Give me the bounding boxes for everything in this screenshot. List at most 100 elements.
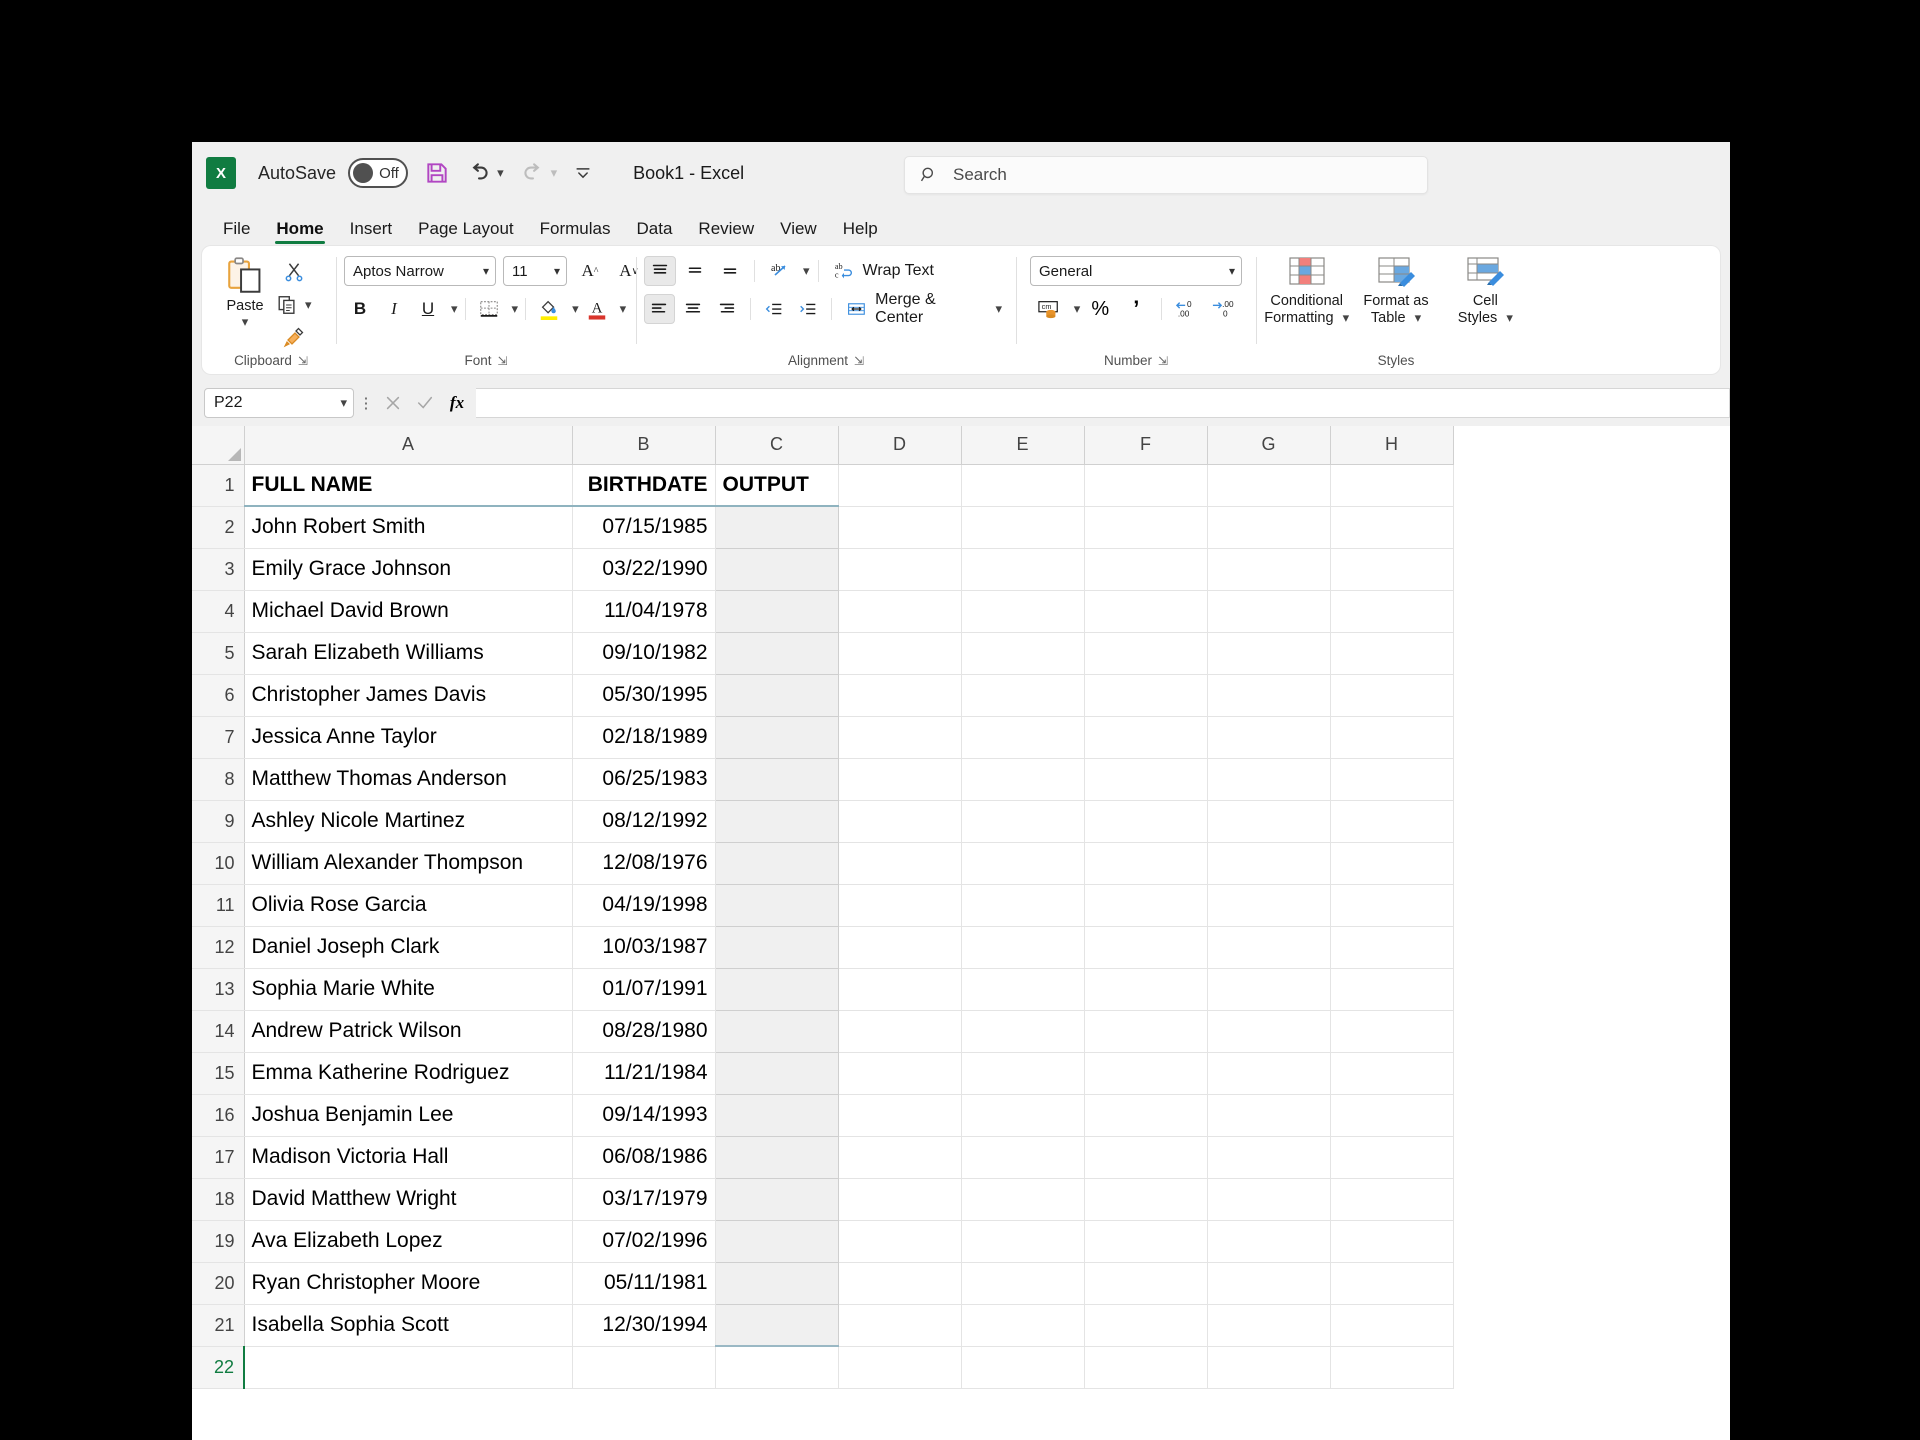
cell-D11[interactable] [838,884,962,927]
font-name-chevron-down-icon[interactable]: ▾ [483,264,489,278]
cell-H7[interactable] [1330,716,1454,759]
cell-F17[interactable] [1084,1136,1208,1179]
cell-A20[interactable]: Ryan Christopher Moore [244,1262,573,1305]
cell-F15[interactable] [1084,1052,1208,1095]
cell-E2[interactable] [961,506,1085,549]
cell-E17[interactable] [961,1136,1085,1179]
cell-G11[interactable] [1207,884,1331,927]
align-middle-button[interactable] [679,256,711,286]
name-box-chevron-down-icon[interactable]: ▾ [340,395,347,411]
cell-F4[interactable] [1084,590,1208,633]
row-header-16[interactable]: 16 [192,1094,245,1137]
cell-D19[interactable] [838,1220,962,1263]
tab-home[interactable]: Home [263,220,336,246]
cell-G17[interactable] [1207,1136,1331,1179]
cell-F19[interactable] [1084,1220,1208,1263]
italic-button[interactable]: I [378,294,410,324]
fill-color-button[interactable] [533,294,565,324]
cell-C13[interactable] [714,968,839,1011]
cell-F6[interactable] [1084,674,1208,717]
tab-page-layout[interactable]: Page Layout [405,220,526,246]
row-header-18[interactable]: 18 [192,1178,245,1221]
fill-color-chevron-down-icon[interactable]: ▾ [572,301,579,317]
cell-A2[interactable]: John Robert Smith [244,506,573,549]
cell-F3[interactable] [1084,548,1208,591]
cell-D4[interactable] [838,590,962,633]
cell-D15[interactable] [838,1052,962,1095]
cell-G14[interactable] [1207,1010,1331,1053]
cell-F20[interactable] [1084,1262,1208,1305]
cell-G4[interactable] [1207,590,1331,633]
fx-icon[interactable]: fx [442,388,472,418]
tab-file[interactable]: File [210,220,263,246]
cell-G7[interactable] [1207,716,1331,759]
cell-E8[interactable] [961,758,1085,801]
cell-G10[interactable] [1207,842,1331,885]
cell-B12[interactable]: 10/03/1987 [572,926,716,969]
cell-G22[interactable] [1207,1346,1331,1389]
row-header-2[interactable]: 2 [192,506,245,549]
row-header-1[interactable]: 1 [192,464,245,507]
accounting-format-button[interactable]: cm [1033,294,1065,324]
cell-A4[interactable]: Michael David Brown [244,590,573,633]
cell-B11[interactable]: 04/19/1998 [572,884,716,927]
cell-C14[interactable] [714,1010,839,1053]
cell-C3[interactable] [714,548,839,591]
decrease-indent-button[interactable] [759,294,790,324]
row-header-15[interactable]: 15 [192,1052,245,1095]
cell-A18[interactable]: David Matthew Wright [244,1178,573,1221]
search-box[interactable]: Search [904,156,1428,194]
column-header-h[interactable]: H [1330,426,1454,465]
tab-view[interactable]: View [767,220,830,246]
format-as-table-chevron-down-icon[interactable]: ▾ [1415,310,1422,325]
increase-indent-button[interactable] [793,294,824,324]
tab-help[interactable]: Help [830,220,891,246]
cell-B3[interactable]: 03/22/1990 [572,548,716,591]
redo-chevron-down-icon[interactable]: ▾ [551,165,558,181]
cell-A8[interactable]: Matthew Thomas Anderson [244,758,573,801]
cell-C20[interactable] [714,1262,839,1305]
cell-C6[interactable] [714,674,839,717]
percent-style-button[interactable]: % [1084,294,1116,324]
cell-F10[interactable] [1084,842,1208,885]
row-header-12[interactable]: 12 [192,926,245,969]
comma-style-button[interactable]: ’ [1120,294,1152,324]
cell-F18[interactable] [1084,1178,1208,1221]
cell-C16[interactable] [714,1094,839,1137]
cell-H18[interactable] [1330,1178,1454,1221]
cell-A11[interactable]: Olivia Rose Garcia [244,884,573,927]
cell-A22[interactable] [244,1346,573,1389]
cell-B10[interactable]: 12/08/1976 [572,842,716,885]
cell-G9[interactable] [1207,800,1331,843]
row-header-5[interactable]: 5 [192,632,245,675]
cell-B17[interactable]: 06/08/1986 [572,1136,716,1179]
cell-D1[interactable] [838,464,962,507]
underline-chevron-down-icon[interactable]: ▾ [451,301,458,317]
cell-H14[interactable] [1330,1010,1454,1053]
row-header-3[interactable]: 3 [192,548,245,591]
cell-C19[interactable] [714,1220,839,1263]
number-format-select[interactable]: General ▾ [1030,256,1242,286]
borders-chevron-down-icon[interactable]: ▾ [512,301,519,317]
cell-B5[interactable]: 09/10/1982 [572,632,716,675]
cell-G18[interactable] [1207,1178,1331,1221]
copy-chevron-down-icon[interactable]: ▾ [305,297,312,313]
align-top-button[interactable] [644,256,676,286]
wrap-text-button[interactable]: ab c Wrap Text [827,256,940,286]
cell-A17[interactable]: Madison Victoria Hall [244,1136,573,1179]
row-header-14[interactable]: 14 [192,1010,245,1053]
cell-A14[interactable]: Andrew Patrick Wilson [244,1010,573,1053]
cell-D21[interactable] [838,1304,962,1347]
cell-B4[interactable]: 11/04/1978 [572,590,716,633]
formula-input[interactable] [476,388,1730,418]
cell-D7[interactable] [838,716,962,759]
cell-H15[interactable] [1330,1052,1454,1095]
tab-data[interactable]: Data [624,220,686,246]
cell-F9[interactable] [1084,800,1208,843]
autosave-toggle[interactable]: Off [348,158,409,188]
row-header-21[interactable]: 21 [192,1304,245,1347]
cell-E14[interactable] [961,1010,1085,1053]
cell-E6[interactable] [961,674,1085,717]
cell-H19[interactable] [1330,1220,1454,1263]
cell-E16[interactable] [961,1094,1085,1137]
